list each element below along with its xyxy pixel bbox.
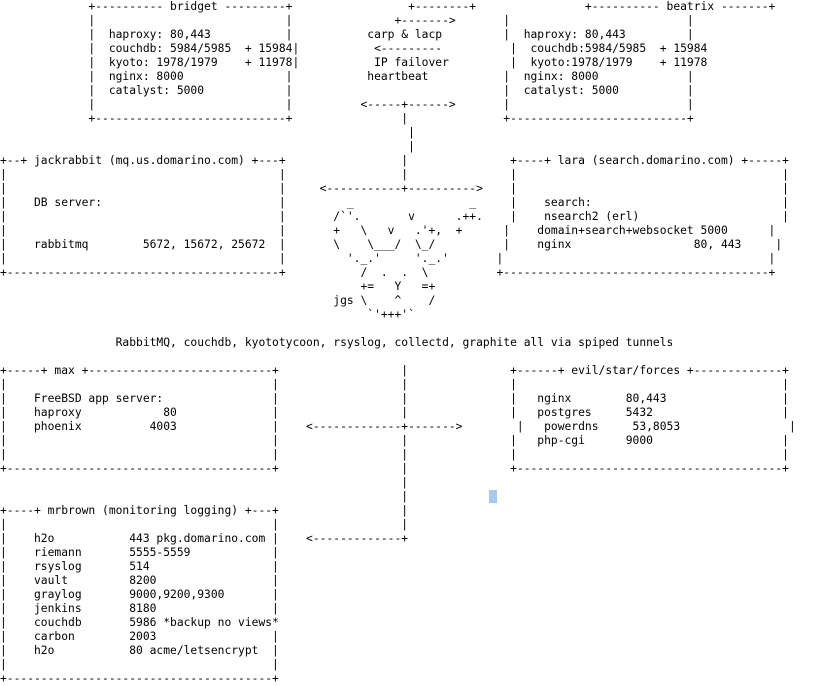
diagram-line: | | +-------> | | [0,14,694,27]
diagram-line: | rsyslog 514 | [0,560,279,573]
text-cursor [489,490,497,503]
diagram-line: | [0,140,415,153]
diagram-line: +----------------------------+ | +------… [0,112,694,125]
diagram-line: +--+ jackrabbit (mq.us.domarino.com) +--… [0,154,789,167]
diagram-line: | couchdb: 5984/5985 + 15984| <---------… [0,42,708,55]
diagram-line: | graylog 9000,9200,9300 | [0,588,279,601]
diagram-line: | kyoto: 1978/1979 + 11978| IP failover … [0,56,708,69]
diagram-line: +---------------------------------------… [0,462,789,475]
diagram-line [0,350,796,364]
diagram-line: +---------- bridget ---------+ +--------… [0,0,776,13]
diagram-line: | | '._.' '._.' | | [0,252,776,265]
diagram-line: +----+ mrbrown (monitoring logging) +---… [0,504,409,517]
ascii-network-diagram: +---------- bridget ---------+ +--------… [0,0,796,686]
diagram-line: | | /`'. v .++. | nsearch2 (erl) | [0,210,789,223]
diagram-line: | | | | php-cgi 9000 | [0,434,789,447]
network-diagram-canvas: +---------- bridget ---------+ +--------… [0,0,834,685]
diagram-line: | carbon 2003 | [0,630,279,643]
diagram-line: | jenkins 8180 | [0,602,279,615]
diagram-line: | | | [0,518,409,531]
diagram-line: | | + \ v .'+, + | domain+search+websock… [0,224,776,237]
diagram-line: `'+++'` [0,308,415,321]
diagram-line: | h2o 443 pkg.domarino.com | <----------… [0,532,409,545]
diagram-line: | h2o 80 acme/letsencrypt | [0,644,279,657]
diagram-line: +---------------------------------------… [0,266,776,279]
diagram-line: | FreeBSD app server: | | | nginx 80,443… [0,392,789,405]
diagram-line: | | <-----+------> | | [0,98,694,111]
diagram-line: | nginx: 8000 | heartbeat | nginx: 8000 … [0,70,694,83]
diagram-line: | riemann 5555-5559 | [0,546,279,559]
diagram-line: | [0,476,409,489]
diagram-line: | rabbitmq 5672, 15672, 25672 | \ \___/ … [0,238,783,251]
diagram-line: | catalyst: 5000 | | catalyst: 5000 | [0,84,694,97]
diagram-line: | vault 8200 | [0,574,279,587]
diagram-line: +---------------------------------------… [0,672,279,685]
diagram-line [0,322,796,336]
diagram-line: += Y =+ [0,280,436,293]
diagram-line: | | [0,658,279,671]
diagram-line: | [0,490,409,503]
diagram-line: | | <-----------+----------> | | [0,182,789,195]
diagram-line: | | | | | [0,168,789,181]
diagram-line: | haproxy 80 | | | postgres 5432 | [0,406,789,419]
diagram-line: RabbitMQ, couchdb, kyototycoon, rsyslog,… [0,336,674,349]
diagram-line: | haproxy: 80,443 | carp & lacp | haprox… [0,28,694,41]
diagram-line: | phoenix 4003 | <-------------+------->… [0,420,796,433]
diagram-line: | | | | | [0,378,789,391]
diagram-line: +-----+ max +---------------------------… [0,364,789,377]
diagram-line: | | | | | [0,448,789,461]
diagram-line: jgs \ ^ / [0,294,436,307]
diagram-line: | couchdb 5986 *backup no views* [0,616,279,629]
diagram-line: | [0,126,415,139]
diagram-line: | DB server: | _ _ | search: | [0,196,789,209]
